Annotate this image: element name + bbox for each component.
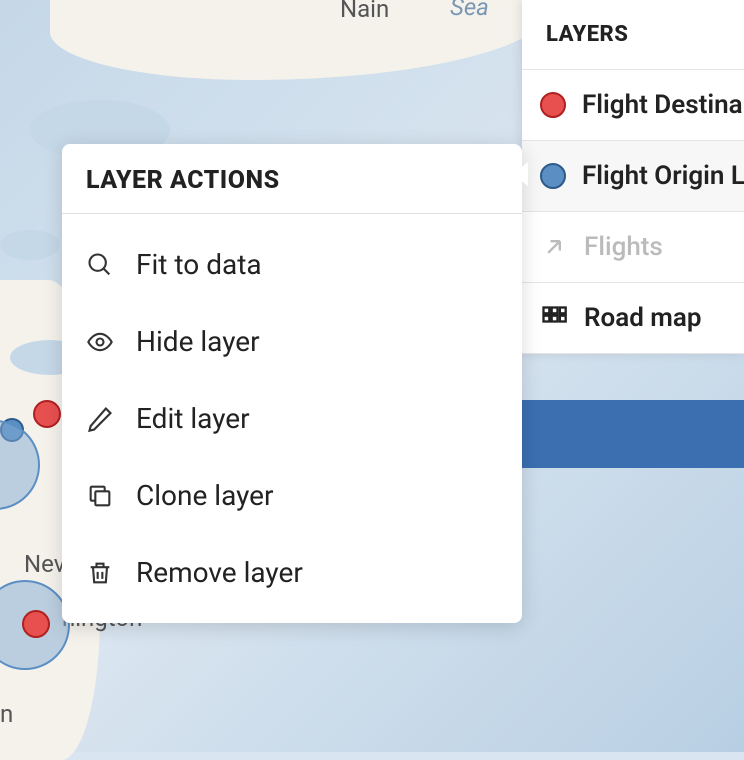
panel-accent-bar	[522, 400, 744, 468]
menu-item-remove-layer[interactable]: Remove layer	[62, 534, 522, 611]
context-menu-items: Fit to data Hide layer Edit layer	[62, 214, 522, 623]
layer-item-label: Flight Origin L	[582, 161, 744, 191]
menu-item-clone-layer[interactable]: Clone layer	[62, 457, 522, 534]
water-body	[0, 230, 60, 260]
map-label-nev: Nev	[24, 550, 65, 578]
menu-item-label: Fit to data	[136, 248, 262, 281]
eye-icon	[86, 328, 114, 356]
expand-icon	[540, 233, 568, 261]
layer-swatch-red	[540, 92, 566, 118]
layers-panel: LAYERS Flight Destina Flight Origin L Fl…	[522, 0, 744, 354]
menu-item-label: Hide layer	[136, 325, 260, 358]
menu-item-fit-to-data[interactable]: Fit to data	[62, 226, 522, 303]
copy-icon	[86, 482, 114, 510]
layer-actions-menu: LAYER ACTIONS Fit to data Hide layer	[62, 144, 522, 623]
pencil-icon	[86, 405, 114, 433]
layer-item-road-map[interactable]: Road map	[522, 282, 744, 354]
map-point-destination[interactable]	[33, 400, 61, 428]
layer-item-flight-origin[interactable]: Flight Origin L	[522, 140, 744, 211]
context-menu-pointer	[512, 162, 528, 186]
context-menu-title: LAYER ACTIONS	[86, 166, 498, 195]
menu-item-label: Edit layer	[136, 402, 250, 435]
layer-item-flights[interactable]: Flights	[522, 211, 744, 282]
menu-item-label: Clone layer	[136, 479, 274, 512]
layers-panel-title: LAYERS	[546, 22, 720, 47]
menu-item-hide-layer[interactable]: Hide layer	[62, 303, 522, 380]
map-label-nain: Nain	[340, 0, 389, 23]
layer-swatch-blue	[540, 163, 566, 189]
magnify-icon	[86, 251, 114, 279]
layers-panel-header: LAYERS	[522, 0, 744, 69]
layer-item-label: Flight Destina	[582, 90, 743, 120]
menu-item-label: Remove layer	[136, 556, 303, 589]
layer-item-label: Road map	[584, 303, 701, 333]
context-menu-header: LAYER ACTIONS	[62, 144, 522, 214]
map-point-destination[interactable]	[22, 610, 50, 638]
trash-icon	[86, 559, 114, 587]
layer-item-flight-destination[interactable]: Flight Destina	[522, 69, 744, 140]
menu-item-edit-layer[interactable]: Edit layer	[62, 380, 522, 457]
layer-item-label: Flights	[584, 232, 663, 262]
grid-icon	[540, 304, 568, 332]
map-label-sea: Sea	[450, 0, 489, 21]
map-label-n: n	[0, 700, 13, 728]
